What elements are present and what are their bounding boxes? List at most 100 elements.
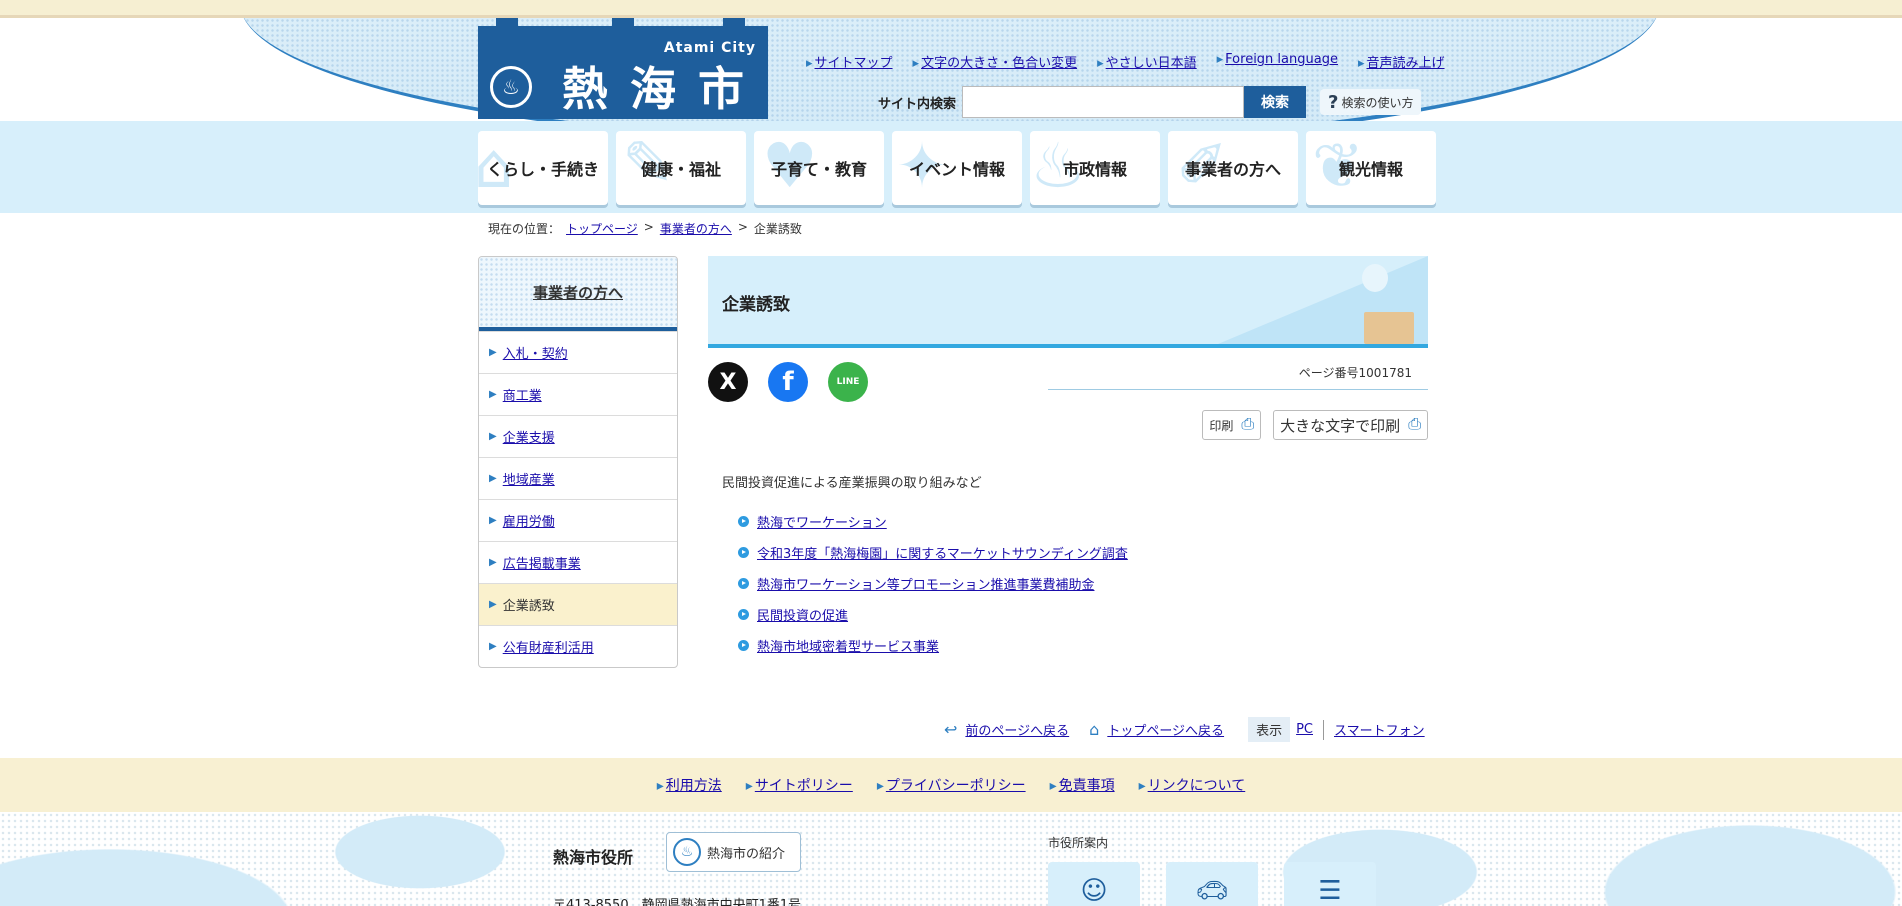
- list-item: 令和3年度「熱海梅園」に関するマーケットサウンディング調査: [738, 537, 1128, 568]
- sidebar-item-label[interactable]: 雇用労働: [503, 511, 555, 530]
- util-link-voice-reading[interactable]: 音声読み上げ: [1358, 52, 1445, 71]
- city-hall-guide-icons: ☺ 🚗︎ ☰: [1048, 862, 1376, 906]
- nav-item-tourism[interactable]: ❦ 観光情報: [1306, 131, 1436, 205]
- search-help-link[interactable]: ? 検索の使い方: [1320, 89, 1422, 115]
- list-item: 熱海でワーケーション: [738, 506, 1128, 537]
- triangle-icon: ▶: [489, 347, 497, 358]
- util-link-sitemap[interactable]: サイトマップ: [806, 52, 893, 71]
- prev-page-link[interactable]: 前のページへ戻る: [965, 720, 1069, 739]
- search-input[interactable]: [962, 86, 1245, 118]
- display-smartphone-link[interactable]: スマートフォン: [1334, 720, 1425, 739]
- city-intro-button[interactable]: ♨ 熱海市の紹介: [666, 832, 801, 872]
- sidebar-item-label[interactable]: 企業支援: [503, 427, 555, 446]
- content-link[interactable]: 令和3年度「熱海梅園」に関するマーケットサウンディング調査: [757, 543, 1128, 562]
- footer-link-disclaimer[interactable]: 免責事項: [1050, 775, 1115, 795]
- sidebar-item-label[interactable]: 広告掲載事業: [503, 553, 581, 572]
- back-arrow-icon: ↩: [944, 720, 958, 739]
- logo-notch: [723, 18, 745, 30]
- arrow-circle-icon: [738, 609, 749, 620]
- city-seal-icon: ♨: [673, 838, 701, 866]
- triangle-icon: ▶: [489, 473, 497, 484]
- breadcrumb-prefix: 現在の位置：: [488, 222, 561, 236]
- footer-link-usage[interactable]: 利用方法: [657, 775, 722, 795]
- nav-item-business[interactable]: ✐ 事業者の方へ: [1168, 131, 1298, 205]
- nav-item-health[interactable]: ✎ 健康・福祉: [616, 131, 746, 205]
- sidebar-item-local-industry[interactable]: ▶ 地域産業: [479, 457, 677, 499]
- nav-item-label: 市政情報: [1062, 160, 1127, 179]
- logo-notch: [612, 18, 634, 30]
- list-icon[interactable]: ☰: [1284, 862, 1376, 906]
- search-help-label: 検索の使い方: [1341, 95, 1414, 110]
- sidebar-item-bidding[interactable]: ▶ 入札・契約: [479, 331, 677, 373]
- line-share-icon[interactable]: LINE: [828, 362, 868, 402]
- car-icon[interactable]: 🚗︎: [1166, 862, 1258, 906]
- x-share-icon[interactable]: X: [708, 362, 748, 402]
- sidebar-item-label[interactable]: 入札・契約: [503, 343, 568, 362]
- nav-item-label: 健康・福祉: [640, 160, 721, 179]
- list-item: 熱海市ワーケーション等プロモーション推進事業費補助金: [738, 568, 1128, 599]
- footer-link-site-policy[interactable]: サイトポリシー: [746, 775, 853, 795]
- nav-item-city-admin[interactable]: ♨ 市政情報: [1030, 131, 1160, 205]
- sidebar-item-commerce[interactable]: ▶ 商工業: [479, 373, 677, 415]
- display-pc-link[interactable]: PC: [1296, 722, 1313, 737]
- printer-icon: ⎙: [1241, 416, 1255, 433]
- sidebar-item-employment[interactable]: ▶ 雇用労働: [479, 499, 677, 541]
- sidebar-item-advertising[interactable]: ▶ 広告掲載事業: [479, 541, 677, 583]
- sidebar-item-business-attraction: ▶ 企業誘致: [479, 583, 677, 625]
- top-stripe: [0, 0, 1902, 18]
- arrow-circle-icon: [738, 516, 749, 527]
- page-title: 企業誘致: [722, 295, 790, 315]
- search-button[interactable]: 検索: [1244, 86, 1307, 118]
- content-link[interactable]: 民間投資の促進: [757, 605, 848, 624]
- print-button[interactable]: 印刷 ⎙: [1202, 410, 1262, 440]
- content-link[interactable]: 熱海市地域密着型サービス事業: [757, 636, 939, 655]
- top-page-link[interactable]: トップページへ戻る: [1107, 720, 1224, 739]
- breadcrumb-separator: >: [737, 220, 748, 234]
- util-link-text-size[interactable]: 文字の大きさ・色合い変更: [913, 52, 1077, 71]
- footer-link-privacy[interactable]: プライバシーポリシー: [877, 775, 1026, 795]
- reception-person-icon[interactable]: ☺: [1048, 862, 1140, 906]
- page-number: ページ番号1001781: [1048, 364, 1428, 390]
- facebook-share-icon[interactable]: f: [768, 362, 808, 402]
- print-buttons: 印刷 ⎙ 大きな文字で印刷 ⎙: [1202, 410, 1428, 440]
- arrow-circle-icon: [738, 547, 749, 558]
- sidebar-item-label[interactable]: 商工業: [503, 385, 542, 404]
- page-navigation-row: ↩ 前のページへ戻る ⌂ トップページへ戻る 表示 PC スマートフォン: [944, 717, 1425, 742]
- nav-item-events[interactable]: ✦ イベント情報: [892, 131, 1022, 205]
- city-intro-label: 熱海市の紹介: [707, 846, 786, 862]
- content-link[interactable]: 熱海市ワーケーション等プロモーション推進事業費補助金: [757, 574, 1094, 593]
- site-header: ♨ Atami City 熱海市 サイトマップ 文字の大きさ・色合い変更 やさし…: [0, 18, 1902, 121]
- global-nav: ⌂ くらし・手続き ✎ 健康・福祉 ♥ 子育て・教育 ✦ イベント情報 ♨ 市政…: [478, 131, 1436, 205]
- triangle-icon: ▶: [489, 389, 497, 400]
- footer-map-decoration: [0, 812, 1902, 906]
- logo-kanji: 熱海市: [562, 62, 766, 116]
- nav-item-childcare[interactable]: ♥ 子育て・教育: [754, 131, 884, 205]
- util-link-easy-japanese[interactable]: やさしい日本語: [1097, 52, 1197, 71]
- sidebar-item-corporate-support[interactable]: ▶ 企業支援: [479, 415, 677, 457]
- list-item: 熱海市地域密着型サービス事業: [738, 630, 1128, 661]
- divider: [1323, 719, 1324, 740]
- nav-item-label: 観光情報: [1338, 160, 1403, 179]
- sidebar-item-label[interactable]: 公有財産利活用: [503, 637, 594, 656]
- footer-link-about-links[interactable]: リンクについて: [1139, 775, 1246, 795]
- triangle-icon: ▶: [489, 557, 497, 568]
- site-logo[interactable]: ♨ Atami City 熱海市: [478, 18, 768, 119]
- nav-item-living[interactable]: ⌂ くらし・手続き: [478, 131, 608, 205]
- sidebar-item-public-property[interactable]: ▶ 公有財産利活用: [479, 625, 677, 667]
- sidebar-title-link[interactable]: 事業者の方へ: [533, 282, 623, 303]
- logo-notch: [496, 18, 518, 30]
- print-large-button[interactable]: 大きな文字で印刷 ⎙: [1273, 410, 1428, 440]
- breadcrumb-item-top[interactable]: トップページ: [566, 220, 638, 237]
- util-link-foreign-language[interactable]: Foreign language: [1217, 52, 1338, 71]
- link-list: 熱海でワーケーション 令和3年度「熱海梅園」に関するマーケットサウンディング調査…: [738, 506, 1128, 661]
- content-link[interactable]: 熱海でワーケーション: [757, 512, 887, 531]
- social-share: X f LINE: [708, 362, 868, 402]
- triangle-icon: ▶: [489, 599, 497, 610]
- list-item: 民間投資の促進: [738, 599, 1128, 630]
- intro-text: 民間投資促進による産業振興の取り組みなど: [722, 476, 982, 491]
- nav-item-label: くらし・手続き: [486, 160, 599, 179]
- breadcrumb-item-business[interactable]: 事業者の方へ: [660, 220, 732, 237]
- triangle-icon: ▶: [489, 515, 497, 526]
- breadcrumb-item-current: 企業誘致: [753, 222, 802, 236]
- sidebar-item-label[interactable]: 地域産業: [503, 469, 555, 488]
